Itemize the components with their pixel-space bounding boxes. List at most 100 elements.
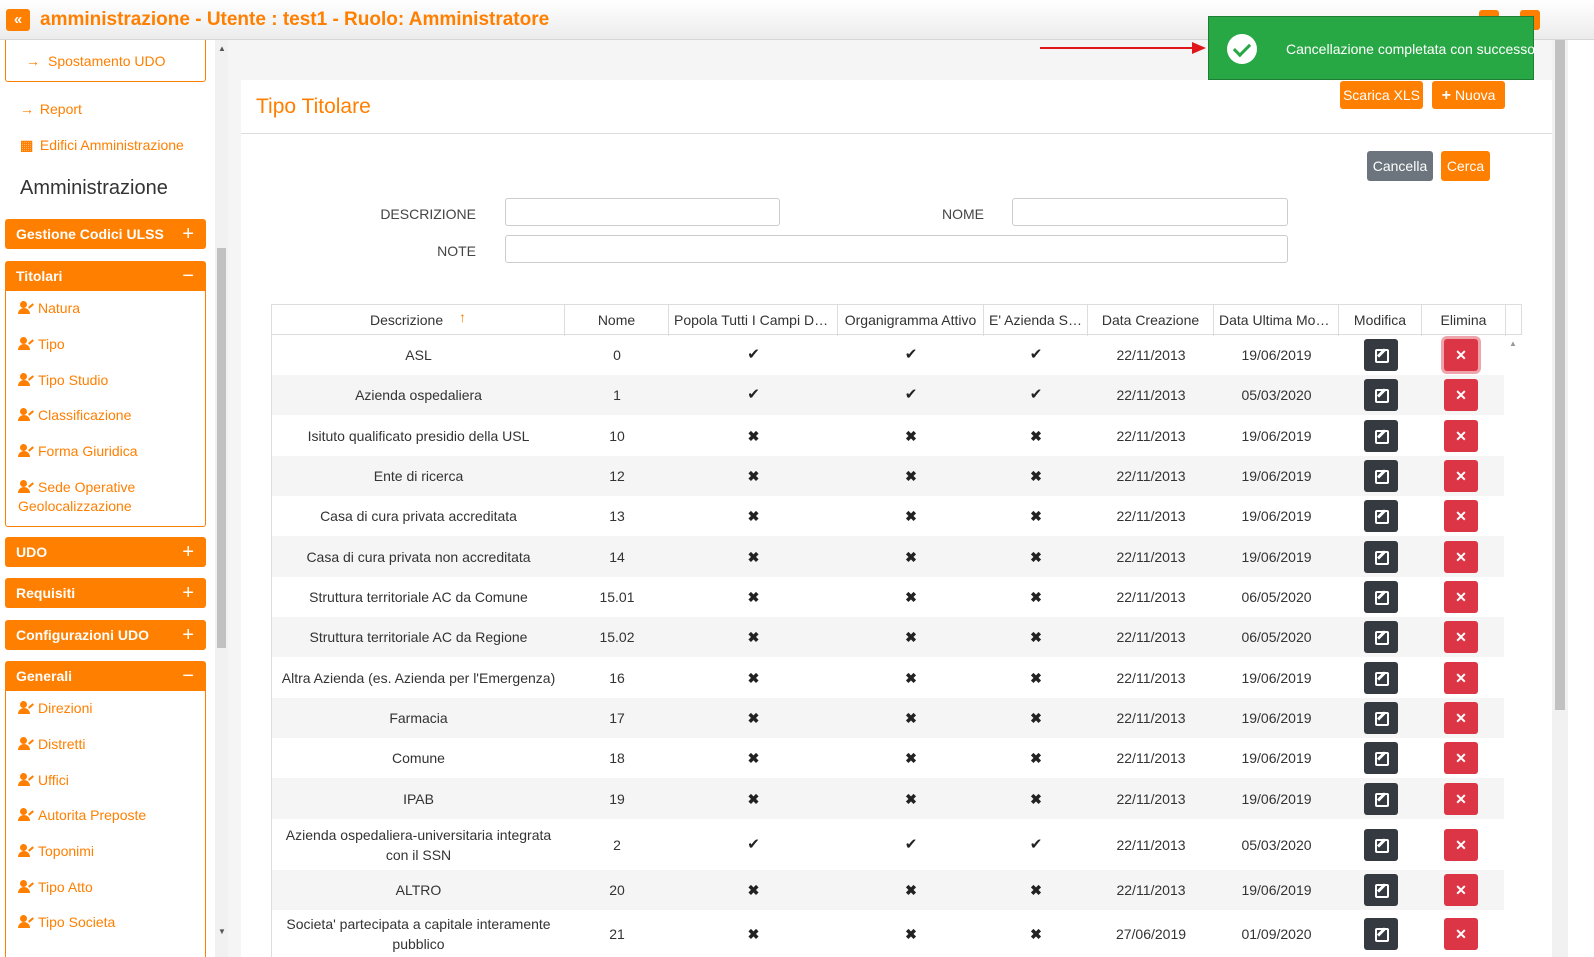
- delete-icon[interactable]: ✕: [1444, 581, 1478, 613]
- cell-organigramma: ✖: [838, 456, 984, 496]
- sidebar-item-tipo-atto[interactable]: Tipo Atto: [18, 878, 198, 897]
- cancella-button[interactable]: Cancella: [1367, 151, 1433, 181]
- sidebar-item-direzioni[interactable]: Direzioni: [18, 699, 198, 718]
- delete-icon[interactable]: ✕: [1444, 540, 1478, 573]
- cell-modifica: [1339, 617, 1422, 657]
- sidebar-scrollbar[interactable]: ▲ ▼: [215, 40, 228, 957]
- cell-organigramma: ✔: [838, 375, 984, 415]
- cell-creazione: 22/11/2013: [1088, 738, 1214, 778]
- panel-requisiti[interactable]: Requisiti +: [5, 578, 206, 608]
- cell-descrizione-text: ALTRO: [395, 882, 442, 898]
- delete-icon[interactable]: ✕: [1444, 379, 1478, 411]
- cell-modifica-text: 19/06/2019: [1241, 669, 1312, 686]
- sidebar-link-edifici[interactable]: ▦ Edifici Amministrazione: [20, 137, 184, 154]
- scarica-xls-button[interactable]: Scarica XLS: [1340, 81, 1423, 109]
- edit-icon[interactable]: [1363, 419, 1398, 452]
- scroll-down-icon[interactable]: ▼: [218, 927, 226, 936]
- delete-icon[interactable]: ✕: [1444, 500, 1478, 532]
- col-header-azienda[interactable]: E' Azienda Sa...: [984, 305, 1088, 336]
- sort-asc-icon: ↑: [459, 309, 467, 325]
- col-header-organigramma[interactable]: Organigramma Attivo: [838, 305, 984, 336]
- page-title: Tipo Titolare: [256, 95, 371, 118]
- sidebar-item-sede-operative[interactable]: Sede Operative Geolocalizzazione: [18, 478, 188, 516]
- sidebar-link-report[interactable]: → Report: [20, 101, 82, 117]
- sidebar-scroll-thumb[interactable]: [217, 248, 226, 648]
- col-header-descrizione[interactable]: Descrizione ↑: [272, 305, 565, 336]
- delete-icon[interactable]: ✕: [1444, 339, 1478, 371]
- plus-icon: +: [182, 624, 194, 646]
- delete-icon[interactable]: ✕: [1444, 419, 1478, 452]
- delete-icon[interactable]: ✕: [1444, 621, 1478, 653]
- edit-icon[interactable]: [1363, 828, 1398, 861]
- sidebar-item-tipo-studio[interactable]: Tipo Studio: [18, 371, 198, 390]
- table-row: Altra Azienda (es. Azienda per l'Emergen…: [271, 657, 1504, 698]
- sidebar-item-classificazione[interactable]: Classificazione: [18, 406, 198, 425]
- col-header-data-ultima-modifica[interactable]: Data Ultima Modi...: [1214, 305, 1339, 336]
- cross-icon: ✖: [1030, 882, 1042, 898]
- col-header-popola[interactable]: Popola Tutti I Campi Del ...: [669, 305, 838, 336]
- cerca-button[interactable]: Cerca: [1441, 151, 1490, 181]
- edit-icon[interactable]: [1363, 782, 1398, 815]
- panel-udo[interactable]: UDO +: [5, 537, 206, 567]
- panel-gestione-codici-ulss[interactable]: Gestione Codici ULSS +: [5, 219, 206, 249]
- edit-icon[interactable]: [1363, 379, 1398, 411]
- panel-titolari[interactable]: Titolari −: [5, 261, 206, 291]
- cell-descrizione: Comune: [272, 738, 565, 778]
- cell-creazione-text: 27/06/2019: [1115, 926, 1187, 942]
- cell-azienda: ✖: [984, 496, 1088, 536]
- edit-icon[interactable]: [1363, 339, 1398, 371]
- spostamento-udo-button[interactable]: → Spostamento UDO: [5, 40, 206, 82]
- plus-icon: +: [1441, 87, 1451, 104]
- descrizione-input[interactable]: [505, 198, 780, 226]
- edit-icon[interactable]: [1363, 581, 1398, 613]
- edit-icon[interactable]: [1363, 742, 1398, 774]
- panel-configurazioni-udo[interactable]: Configurazioni UDO +: [5, 620, 206, 650]
- delete-icon[interactable]: ✕: [1444, 661, 1478, 694]
- col-header-nome[interactable]: Nome: [565, 305, 669, 336]
- col-header-data-creazione[interactable]: Data Creazione: [1088, 305, 1214, 336]
- delete-icon[interactable]: ✕: [1444, 702, 1478, 734]
- table-scrollbar[interactable]: ▲: [1504, 335, 1522, 957]
- delete-icon[interactable]: ✕: [1444, 918, 1478, 950]
- sidebar-item-distretti[interactable]: Distretti: [18, 735, 198, 754]
- cell-modifica: 19/06/2019: [1214, 456, 1339, 496]
- edit-icon[interactable]: [1363, 540, 1398, 573]
- sidebar-item-forma-giuridica[interactable]: Forma Giuridica: [18, 442, 198, 461]
- delete-icon[interactable]: ✕: [1444, 874, 1478, 906]
- note-input[interactable]: [505, 235, 1288, 263]
- edit-icon[interactable]: [1363, 621, 1398, 653]
- scroll-up-icon[interactable]: ▲: [218, 44, 226, 53]
- success-toast[interactable]: Cancellazione completata con successo: [1208, 16, 1535, 80]
- sidebar-item-natura[interactable]: Natura: [18, 299, 198, 318]
- sidebar-item-tipo[interactable]: Tipo: [18, 335, 198, 354]
- edit-icon[interactable]: [1363, 874, 1398, 906]
- edit-icon[interactable]: [1363, 460, 1398, 492]
- delete-icon[interactable]: ✕: [1444, 742, 1478, 774]
- delete-icon[interactable]: ✕: [1444, 828, 1478, 861]
- panel-generali[interactable]: Generali −: [5, 661, 206, 691]
- cell-nome-text: 15.01: [599, 589, 635, 605]
- cell-popola: ✖: [669, 415, 838, 456]
- nome-label: NOME: [942, 206, 984, 222]
- edit-icon[interactable]: [1363, 661, 1398, 694]
- page-scroll-thumb[interactable]: [1555, 40, 1565, 710]
- collapse-sidebar-button[interactable]: «: [6, 9, 30, 31]
- cell-organigramma: ✖: [838, 870, 984, 910]
- delete-icon[interactable]: ✕: [1444, 460, 1478, 492]
- table-row: Azienda ospedaliera-universitaria integr…: [271, 819, 1504, 870]
- cell-nome-text: 16: [609, 669, 625, 686]
- nome-input[interactable]: [1012, 198, 1288, 226]
- sidebar-item-tipo-societa[interactable]: Tipo Societa: [18, 913, 198, 932]
- cell-modifica: [1339, 778, 1422, 819]
- page-scrollbar[interactable]: [1552, 40, 1568, 957]
- delete-icon[interactable]: ✕: [1444, 782, 1478, 815]
- cross-icon: ✖: [1030, 926, 1042, 942]
- edit-icon[interactable]: [1363, 918, 1398, 950]
- nuova-button[interactable]: + Nuova: [1432, 81, 1505, 109]
- edit-icon[interactable]: [1363, 500, 1398, 532]
- sidebar-item-toponimi[interactable]: Toponimi: [18, 842, 198, 861]
- sidebar-item-uffici[interactable]: Uffici: [18, 771, 198, 790]
- scroll-up-icon[interactable]: ▲: [1509, 339, 1517, 348]
- sidebar-item-autorita-preposte[interactable]: Autorita Preposte: [18, 806, 198, 825]
- edit-icon[interactable]: [1363, 702, 1398, 734]
